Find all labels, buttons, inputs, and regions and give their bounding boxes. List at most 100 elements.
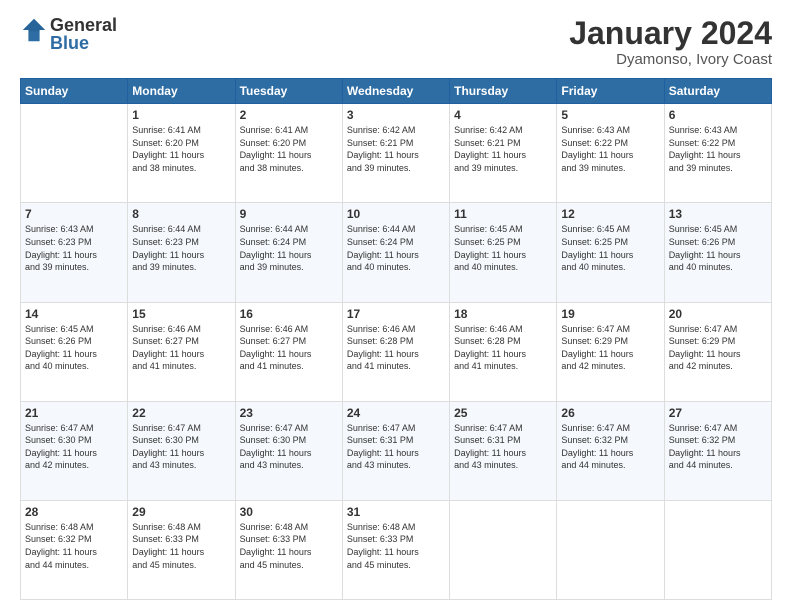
- day-info: Sunrise: 6:47 AM Sunset: 6:31 PM Dayligh…: [454, 422, 552, 472]
- day-number: 12: [561, 207, 659, 221]
- calendar-week-3: 21Sunrise: 6:47 AM Sunset: 6:30 PM Dayli…: [21, 401, 772, 500]
- calendar-cell: 8Sunrise: 6:44 AM Sunset: 6:23 PM Daylig…: [128, 203, 235, 302]
- calendar-cell: 31 Sunrise: 6:48 AM Sunset: 6:33 PM Dayli…: [342, 500, 449, 599]
- calendar-cell: 3Sunrise: 6:42 AM Sunset: 6:21 PM Daylig…: [342, 104, 449, 203]
- day-number: 20: [669, 307, 767, 321]
- calendar-cell: [450, 500, 557, 599]
- calendar-cell: 17 Sunrise: 6:46 AM Sunset: 6:28 PM Dayli…: [342, 302, 449, 401]
- calendar-header: Sunday Monday Tuesday Wednesday Thursday…: [21, 79, 772, 104]
- calendar-cell: 10Sunrise: 6:44 AM Sunset: 6:24 PM Dayli…: [342, 203, 449, 302]
- calendar-cell: 22 Sunrise: 6:47 AM Sunset: 6:30 PM Dayli…: [128, 401, 235, 500]
- day-info: Sunrise: 6:45 AM Sunset: 6:25 PM Dayligh…: [561, 223, 659, 273]
- calendar-cell: 7Sunrise: 6:43 AM Sunset: 6:23 PM Daylig…: [21, 203, 128, 302]
- day-info: Sunrise: 6:48 AM Sunset: 6:32 PM Dayligh…: [25, 521, 123, 571]
- header-wednesday: Wednesday: [342, 79, 449, 104]
- header-friday: Friday: [557, 79, 664, 104]
- day-number: 4: [454, 108, 552, 122]
- header-tuesday: Tuesday: [235, 79, 342, 104]
- day-info: Sunrise: 6:48 AM Sunset: 6:33 PM Dayligh…: [132, 521, 230, 571]
- day-info: Sunrise: 6:47 AM Sunset: 6:32 PM Dayligh…: [561, 422, 659, 472]
- calendar-cell: 15 Sunrise: 6:46 AM Sunset: 6:27 PM Dayli…: [128, 302, 235, 401]
- calendar-cell: 21Sunrise: 6:47 AM Sunset: 6:30 PM Dayli…: [21, 401, 128, 500]
- day-info: Sunrise: 6:46 AM Sunset: 6:28 PM Dayligh…: [347, 323, 445, 373]
- day-info: Sunrise: 6:45 AM Sunset: 6:26 PM Dayligh…: [25, 323, 123, 373]
- calendar-cell: 30 Sunrise: 6:48 AM Sunset: 6:33 PM Dayli…: [235, 500, 342, 599]
- calendar-cell: 16Sunrise: 6:46 AM Sunset: 6:27 PM Dayli…: [235, 302, 342, 401]
- calendar-week-4: 28 Sunrise: 6:48 AM Sunset: 6:32 PM Dayli…: [21, 500, 772, 599]
- calendar-cell: 4 Sunrise: 6:42 AM Sunset: 6:21 PM Daylig…: [450, 104, 557, 203]
- day-number: 14: [25, 307, 123, 321]
- calendar-week-0: 1 Sunrise: 6:41 AM Sunset: 6:20 PM Daylig…: [21, 104, 772, 203]
- day-info: Sunrise: 6:47 AM Sunset: 6:31 PM Dayligh…: [347, 422, 445, 472]
- header-monday: Monday: [128, 79, 235, 104]
- calendar-cell: [664, 500, 771, 599]
- calendar-cell: 19Sunrise: 6:47 AM Sunset: 6:29 PM Dayli…: [557, 302, 664, 401]
- header-thursday: Thursday: [450, 79, 557, 104]
- day-info: Sunrise: 6:47 AM Sunset: 6:30 PM Dayligh…: [240, 422, 338, 472]
- day-number: 22: [132, 406, 230, 420]
- calendar-cell: 1Sunrise: 6:41 AM Sunset: 6:20 PM Daylig…: [128, 104, 235, 203]
- day-info: Sunrise: 6:45 AM Sunset: 6:25 PM Dayligh…: [454, 223, 552, 273]
- day-number: 15: [132, 307, 230, 321]
- day-number: 11: [454, 207, 552, 221]
- calendar-cell: 26 Sunrise: 6:47 AM Sunset: 6:32 PM Dayli…: [557, 401, 664, 500]
- day-number: 18: [454, 307, 552, 321]
- calendar-cell: 18 Sunrise: 6:46 AM Sunset: 6:28 PM Dayli…: [450, 302, 557, 401]
- calendar-week-2: 14 Sunrise: 6:45 AM Sunset: 6:26 PM Dayli…: [21, 302, 772, 401]
- day-info: Sunrise: 6:41 AM Sunset: 6:20 PM Dayligh…: [240, 124, 338, 174]
- day-info: Sunrise: 6:47 AM Sunset: 6:32 PM Dayligh…: [669, 422, 767, 472]
- calendar-cell: 14 Sunrise: 6:45 AM Sunset: 6:26 PM Dayli…: [21, 302, 128, 401]
- day-number: 27: [669, 406, 767, 420]
- day-info: Sunrise: 6:48 AM Sunset: 6:33 PM Dayligh…: [240, 521, 338, 571]
- day-info: Sunrise: 6:43 AM Sunset: 6:22 PM Dayligh…: [561, 124, 659, 174]
- day-number: 10: [347, 207, 445, 221]
- day-number: 25: [454, 406, 552, 420]
- logo-general-text: General: [50, 16, 117, 34]
- calendar-subtitle: Dyamonso, Ivory Coast: [569, 51, 772, 68]
- day-info: Sunrise: 6:43 AM Sunset: 6:22 PM Dayligh…: [669, 124, 767, 174]
- calendar-body: 1 Sunrise: 6:41 AM Sunset: 6:20 PM Daylig…: [21, 104, 772, 600]
- logo-blue-text: Blue: [50, 34, 117, 52]
- day-number: 26: [561, 406, 659, 420]
- day-number: 30: [240, 505, 338, 519]
- calendar-cell: 23 Sunrise: 6:47 AM Sunset: 6:30 PM Dayli…: [235, 401, 342, 500]
- calendar-week-1: 7Sunrise: 6:43 AM Sunset: 6:23 PM Daylig…: [21, 203, 772, 302]
- calendar-cell: 2 Sunrise: 6:41 AM Sunset: 6:20 PM Daylig…: [235, 104, 342, 203]
- calendar-cell: 27 Sunrise: 6:47 AM Sunset: 6:32 PM Dayli…: [664, 401, 771, 500]
- day-info: Sunrise: 6:43 AM Sunset: 6:23 PM Dayligh…: [25, 223, 123, 273]
- calendar-cell: 11 Sunrise: 6:45 AM Sunset: 6:25 PM Dayli…: [450, 203, 557, 302]
- day-number: 8: [132, 207, 230, 221]
- calendar-cell: 6Sunrise: 6:43 AM Sunset: 6:22 PM Daylig…: [664, 104, 771, 203]
- day-number: 16: [240, 307, 338, 321]
- day-info: Sunrise: 6:45 AM Sunset: 6:26 PM Dayligh…: [669, 223, 767, 273]
- calendar-cell: 24Sunrise: 6:47 AM Sunset: 6:31 PM Dayli…: [342, 401, 449, 500]
- calendar-cell: 5Sunrise: 6:43 AM Sunset: 6:22 PM Daylig…: [557, 104, 664, 203]
- calendar-cell: 20 Sunrise: 6:47 AM Sunset: 6:29 PM Dayli…: [664, 302, 771, 401]
- calendar-cell: 9 Sunrise: 6:44 AM Sunset: 6:24 PM Daylig…: [235, 203, 342, 302]
- calendar-cell: [557, 500, 664, 599]
- day-number: 17: [347, 307, 445, 321]
- day-info: Sunrise: 6:44 AM Sunset: 6:24 PM Dayligh…: [240, 223, 338, 273]
- calendar-cell: [21, 104, 128, 203]
- logo: General Blue: [20, 16, 117, 52]
- calendar-title: January 2024: [569, 16, 772, 51]
- day-info: Sunrise: 6:46 AM Sunset: 6:27 PM Dayligh…: [132, 323, 230, 373]
- day-info: Sunrise: 6:47 AM Sunset: 6:29 PM Dayligh…: [669, 323, 767, 373]
- day-info: Sunrise: 6:46 AM Sunset: 6:28 PM Dayligh…: [454, 323, 552, 373]
- day-number: 23: [240, 406, 338, 420]
- day-number: 9: [240, 207, 338, 221]
- day-number: 13: [669, 207, 767, 221]
- day-info: Sunrise: 6:42 AM Sunset: 6:21 PM Dayligh…: [347, 124, 445, 174]
- day-info: Sunrise: 6:48 AM Sunset: 6:33 PM Dayligh…: [347, 521, 445, 571]
- page: General Blue January 2024 Dyamonso, Ivor…: [0, 0, 792, 612]
- header-row: Sunday Monday Tuesday Wednesday Thursday…: [21, 79, 772, 104]
- day-info: Sunrise: 6:47 AM Sunset: 6:30 PM Dayligh…: [25, 422, 123, 472]
- day-info: Sunrise: 6:42 AM Sunset: 6:21 PM Dayligh…: [454, 124, 552, 174]
- day-info: Sunrise: 6:47 AM Sunset: 6:30 PM Dayligh…: [132, 422, 230, 472]
- day-number: 28: [25, 505, 123, 519]
- day-number: 2: [240, 108, 338, 122]
- calendar-cell: 29Sunrise: 6:48 AM Sunset: 6:33 PM Dayli…: [128, 500, 235, 599]
- calendar-cell: 25 Sunrise: 6:47 AM Sunset: 6:31 PM Dayli…: [450, 401, 557, 500]
- day-number: 1: [132, 108, 230, 122]
- day-number: 31: [347, 505, 445, 519]
